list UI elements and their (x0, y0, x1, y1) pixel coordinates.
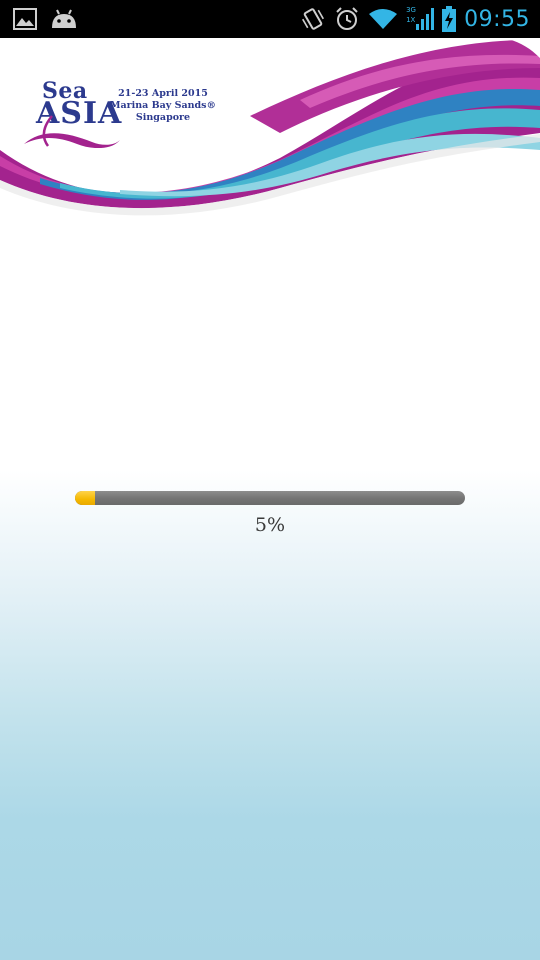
event-dates: 21-23 April 2015 (118, 88, 208, 99)
notification-icons (12, 0, 78, 38)
alarm-icon (336, 7, 358, 30)
event-city: Singapore (135, 112, 191, 123)
loading-progress-fill (75, 491, 95, 505)
system-icons: 3G 1X 09:55 (300, 0, 530, 38)
clock: 09:55 (464, 6, 530, 32)
status-bar: 3G 1X 09:55 (0, 0, 540, 38)
battery-charging-icon (442, 6, 457, 32)
logo-swoosh-graphic (24, 115, 120, 148)
vibrate-icon (302, 8, 325, 30)
signal-icon: 3G 1X (406, 6, 435, 32)
event-venue: Marina Bay Sands® (109, 100, 217, 111)
network-type-top: 3G (406, 6, 416, 14)
header-banner: Sea ASIA 21-23 April 2015 Marina Bay San… (0, 38, 540, 218)
wifi-icon (369, 9, 398, 29)
loading-progress-bar (75, 491, 465, 505)
gallery-icon (13, 8, 37, 30)
android-icon (52, 9, 76, 28)
loading-progress-label: 5% (254, 514, 286, 536)
event-info: 21-23 April 2015 Marina Bay Sands® Singa… (108, 88, 218, 124)
network-type-bottom: 1X (406, 16, 416, 24)
